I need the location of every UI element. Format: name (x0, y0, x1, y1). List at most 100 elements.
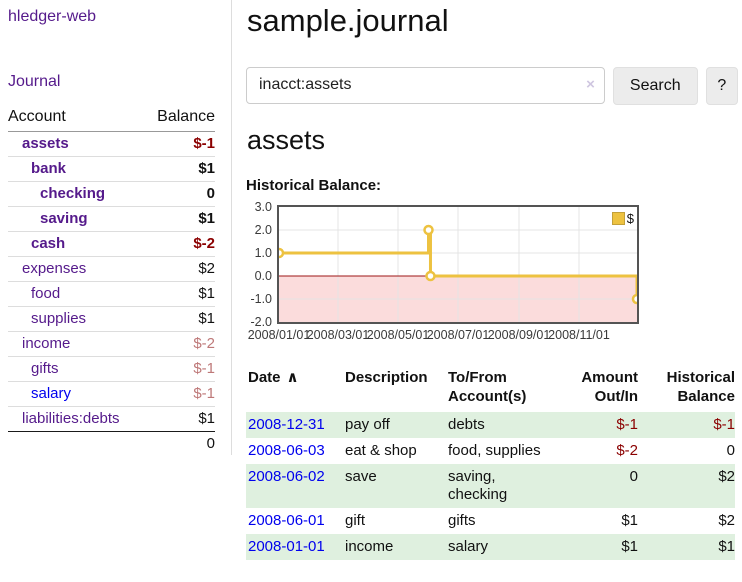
search-form: × Search ? (246, 67, 738, 105)
transaction-balance: $2 (638, 464, 735, 508)
account-link-food[interactable]: food (31, 285, 60, 302)
sidebar-divider (231, 0, 232, 455)
account-link-salary[interactable]: salary (31, 385, 71, 402)
transaction-date-cell: 2008-06-01 (246, 508, 343, 534)
transaction-description: gift (343, 508, 446, 534)
transaction-accounts: debts (446, 412, 577, 438)
table-row: 2008-06-01giftgifts$1$2 (246, 508, 735, 534)
chart-title: Historical Balance: (246, 177, 738, 194)
account-link-expenses[interactable]: expenses (22, 260, 86, 277)
transaction-description: pay off (343, 412, 446, 438)
account-link-bank[interactable]: bank (31, 160, 66, 177)
account-name-cell: saving (8, 207, 144, 232)
account-link-saving[interactable]: saving (40, 210, 88, 227)
transaction-accounts: saving,checking (446, 464, 577, 508)
page-title: sample.journal (247, 3, 738, 39)
transaction-amount: $-2 (577, 438, 638, 464)
search-box: × (246, 67, 605, 105)
x-axis-label: 2008/03/01 (307, 328, 370, 342)
register-table: Date∧ Description To/From Account(s) Amo… (246, 368, 735, 560)
account-link-checking[interactable]: checking (40, 185, 105, 202)
account-name-cell: bank (8, 157, 144, 182)
register-header-description: Description (343, 368, 446, 412)
y-axis-label: -1.0 (246, 291, 272, 307)
transaction-date-link[interactable]: 2008-06-02 (248, 468, 325, 485)
account-balance: $-1 (144, 382, 215, 407)
transaction-description: eat & shop (343, 438, 446, 464)
account-row: liabilities:debts$1 (8, 407, 215, 432)
transaction-amount: $1 (577, 508, 638, 534)
account-link-assets[interactable]: assets (22, 135, 69, 152)
transaction-accounts: food, supplies (446, 438, 577, 464)
table-row: 2008-12-31pay offdebts$-1$-1 (246, 412, 735, 438)
account-name-cell: food (8, 282, 144, 307)
account-balance: $-1 (144, 357, 215, 382)
legend-swatch-icon (612, 212, 625, 225)
clear-search-icon[interactable]: × (586, 77, 595, 93)
x-axis-label: 2008/07/01 (427, 328, 490, 342)
account-heading: assets (247, 126, 738, 156)
account-name-cell: income (8, 332, 144, 357)
account-row: bank $1 (8, 157, 215, 182)
chart-plot-area[interactable]: $ (277, 205, 639, 324)
account-link-cash[interactable]: cash (31, 235, 65, 252)
transaction-date-link[interactable]: 2008-06-03 (248, 442, 325, 459)
transaction-amount: 0 (577, 464, 638, 508)
account-balance: $1 (144, 157, 215, 182)
legend-label: $ (627, 211, 634, 226)
account-link-supplies[interactable]: supplies (31, 310, 86, 327)
account-row: food$1 (8, 282, 215, 307)
transaction-balance: $1 (638, 534, 735, 560)
account-row: gifts $-1 (8, 357, 215, 382)
y-axis-label: 1.0 (246, 245, 272, 261)
main-content: sample.journal × Search ? assets Histori… (246, 0, 738, 560)
transaction-balance: $-1 (638, 412, 735, 438)
table-row: 2008-06-02 savesaving,checking0$2 (246, 464, 735, 508)
brand-link[interactable]: hledger-web (8, 8, 224, 26)
account-name-cell: cash (8, 232, 144, 257)
search-input[interactable] (246, 67, 605, 104)
transaction-description: save (343, 464, 446, 508)
account-balance: $-2 (144, 332, 215, 357)
transaction-date-cell: 2008-06-03 (246, 438, 343, 464)
accounts-total-balance: 0 (144, 432, 215, 457)
account-link-liabilities-debts[interactable]: liabilities:debts (22, 410, 120, 427)
transaction-date-link[interactable]: 2008-01-01 (248, 538, 325, 555)
register-header-accounts: To/From Account(s) (446, 368, 577, 412)
sidebar-item-journal[interactable]: Journal (8, 73, 224, 91)
account-link-gifts[interactable]: gifts (31, 360, 59, 377)
search-button[interactable]: Search (613, 67, 698, 105)
accounts-table: Account Balance assets$-1bank$1checking0… (8, 108, 215, 456)
register-header-amount: Amount Out/In (577, 368, 638, 412)
y-axis-label: 2.0 (246, 222, 272, 238)
account-link-income[interactable]: income (22, 335, 70, 352)
x-axis-label: 2008/11/01 (548, 328, 610, 342)
sidebar: hledger-web Journal Account Balance asse… (0, 0, 224, 456)
account-name-cell: gifts (8, 357, 144, 382)
table-row: 2008-01-01incomesalary$1$1 (246, 534, 735, 560)
transaction-accounts: gifts (446, 508, 577, 534)
help-button[interactable]: ? (706, 67, 738, 105)
account-balance: $-2 (144, 232, 215, 257)
account-name-cell: supplies (8, 307, 144, 332)
chart-legend: $ (612, 211, 634, 226)
accounts-header-balance: Balance (144, 108, 215, 132)
hledger-web-app: hledger-web Journal Account Balance asse… (0, 0, 742, 582)
x-axis-label: 2008/09/01 (488, 328, 551, 342)
account-row: salary $-1 (8, 382, 215, 407)
account-name-cell: liabilities:debts (8, 407, 144, 432)
account-row: supplies$1 (8, 307, 215, 332)
sort-ascending-icon: ∧ (287, 369, 299, 386)
accounts-total-row: 0 (8, 432, 215, 457)
account-row: saving$1 (8, 207, 215, 232)
account-row: checking0 (8, 182, 215, 207)
table-row: 2008-06-03eat & shopfood, supplies$-20 (246, 438, 735, 464)
account-row: expenses$2 (8, 257, 215, 282)
transaction-date-link[interactable]: 2008-06-01 (248, 512, 325, 529)
y-axis-label: 0.0 (246, 268, 272, 284)
transaction-description: income (343, 534, 446, 560)
transaction-date-link[interactable]: 2008-12-31 (248, 416, 325, 433)
accounts-header-account: Account (8, 108, 144, 132)
register-header-date[interactable]: Date∧ (246, 368, 343, 412)
account-row: assets$-1 (8, 132, 215, 157)
